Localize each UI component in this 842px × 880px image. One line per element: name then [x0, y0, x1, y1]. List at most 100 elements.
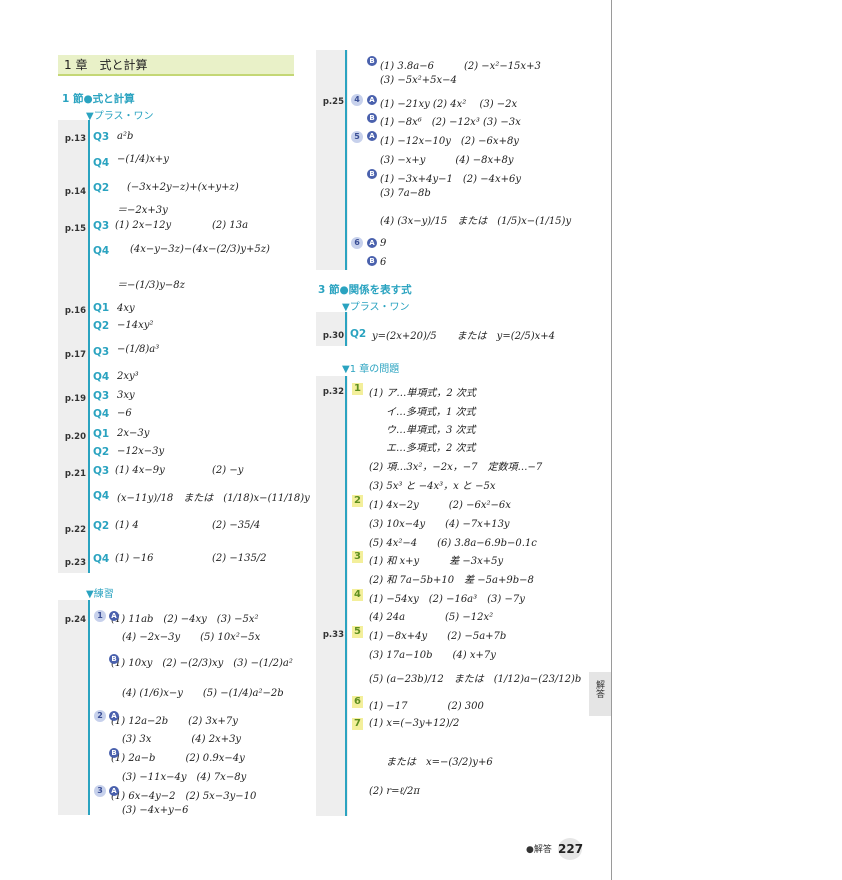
question-label: Q2 [93, 320, 110, 332]
answer-line: −12x−3y [117, 446, 165, 457]
answer-line: 9 [380, 238, 387, 249]
subproblem-badge: B [367, 113, 377, 123]
problem-number-badge: 3 [94, 785, 106, 797]
chapter-title: 1 章 式と計算 [58, 55, 294, 76]
left-divider-lower [88, 600, 90, 815]
chapter-problem-number: 3 [352, 551, 363, 563]
page-ref: p.21 [64, 469, 86, 479]
answer-line: (1) −12x−10y (2) −6x+8y [380, 136, 519, 147]
page-ref: p.15 [64, 224, 86, 234]
answer-line: (1) 6x−4y−2 (2) 5x−3y−10 [111, 791, 257, 802]
answer-line: (3) −5x²+5x−4 [380, 75, 457, 86]
problem-number-badge: 6 [351, 237, 363, 249]
problem-number-badge: 4 [351, 94, 363, 106]
answer-line: (3) 10x−4y (4) −7x+13y [369, 519, 510, 530]
answer-line: 2x−3y [117, 428, 150, 439]
right-divider-bottom [345, 376, 347, 816]
answer-line: (1) 10xy (2) −(2/3)xy (3) −(1/2)a² [111, 658, 293, 669]
answer-line: (2) −135/2 [212, 553, 267, 564]
page-ref: p.14 [64, 187, 86, 197]
page-ref: p.19 [64, 394, 86, 404]
question-label: Q4 [93, 371, 110, 383]
question-label: Q2 [93, 182, 110, 194]
subproblem-badge: A [367, 238, 377, 248]
problem-number-badge: 1 [94, 610, 106, 622]
answer-line: (x−11y)/18 または (1/18)x−(11/18)y [117, 493, 310, 504]
page-ref: p.17 [64, 350, 86, 360]
answer-line: (2) r=ℓ/2π [369, 786, 420, 797]
answer-line: エ…多項式，2 次式 [386, 443, 476, 454]
right-divider-top [345, 50, 347, 270]
question-label: Q2 [350, 328, 367, 340]
answer-line: (1) 4 [115, 520, 139, 531]
answer-line: (1) −21xy (2) 4x² (3) −2x [380, 99, 518, 110]
page-ref: p.16 [64, 306, 86, 316]
question-label: Q3 [93, 220, 110, 232]
answer-line: 2xy³ [117, 371, 139, 382]
answer-line: (−3x+2y−z)+(x+y+z) [127, 182, 239, 193]
answer-line: ＝−(1/3)y−8z [117, 280, 185, 291]
question-label: Q4 [93, 408, 110, 420]
page-ref: p.22 [64, 525, 86, 535]
section-3-title: 3 節●関係を表す式 [318, 284, 412, 296]
subproblem-badge: B [367, 169, 377, 179]
right-page-column-top [316, 50, 348, 270]
chapter-problem-number: 6 [352, 696, 363, 708]
chapter-problem-number: 5 [352, 626, 363, 638]
answer-line: (2) 項…3x²，−2x，−7 定数項…−7 [369, 462, 543, 473]
answers-side-tab: 解答 [589, 672, 611, 716]
answer-line: (2) 和 7a−5b+10 差 −5a+9b−8 [369, 575, 534, 586]
chapter-problem-number: 1 [352, 383, 363, 395]
section-1-practice: ▼練習 [86, 589, 114, 600]
answer-line: (1) 2a−b (2) 0.9x−4y [111, 753, 245, 764]
textbook-page: 1 章 式と計算 1 節●式と計算 ▼プラス・ワン ▼練習 3 節●関係を表す式… [0, 0, 612, 880]
right-page-column-bottom [316, 376, 348, 816]
question-label: Q3 [93, 465, 110, 477]
answer-line: ＝−2x+3y [117, 205, 168, 216]
answer-line: (1) −16 [115, 553, 154, 564]
question-label: Q4 [93, 490, 110, 502]
answer-line: −6 [117, 408, 132, 419]
footer-label: ●解答 [526, 845, 552, 855]
page-ref: p.32 [322, 387, 344, 397]
answer-line: (1) 12a−2b (2) 3x+7y [111, 716, 238, 727]
question-label: Q3 [93, 390, 110, 402]
answer-line: (2) −35/4 [212, 520, 261, 531]
subproblem-badge: A [109, 786, 119, 796]
section-1-title: 1 節●式と計算 [62, 93, 135, 105]
answer-line: (1) −17 (2) 300 [369, 701, 484, 712]
question-label: Q1 [93, 428, 110, 440]
answer-line: −(1/8)a³ [117, 344, 160, 355]
answer-line: (3) −4x+y−6 [122, 805, 189, 816]
page-ref: p.24 [64, 615, 86, 625]
subproblem-badge: B [109, 748, 119, 758]
chapter-problems-title: ▼1 章の問題 [342, 364, 400, 375]
chapter-problem-number: 4 [352, 589, 363, 601]
answer-line: (5) (a−23b)/12 または (1/12)a−(23/12)b [369, 674, 582, 685]
question-label: Q4 [93, 245, 110, 257]
page-ref: p.13 [64, 134, 86, 144]
answer-line: (1) 和 x+y 差 −3x+5y [369, 556, 504, 567]
answer-line: (1) 3.8a−6 (2) −x²−15x+3 [380, 61, 541, 72]
answer-line: (3) −x+y (4) −8x+8y [380, 155, 514, 166]
subproblem-badge: A [109, 711, 119, 721]
answer-line: (4) −2x−3y (5) 10x²−5x [122, 632, 261, 643]
answer-line: (2) 13a [212, 220, 249, 231]
question-label: Q3 [93, 346, 110, 358]
page-ref: p.33 [322, 630, 344, 640]
answer-line: (1) −54xy (2) −16a³ (3) −7y [369, 594, 525, 605]
answer-line: (4) (1/6)x−y (5) −(1/4)a²−2b [122, 688, 284, 699]
answer-line: (4x−y−3z)−(4x−(2/3)y+5z) [130, 244, 270, 255]
answer-line: (2) −y [212, 465, 244, 476]
left-divider-upper [88, 120, 90, 573]
right-divider-mid [345, 312, 347, 346]
page-ref: p.23 [64, 558, 86, 568]
answer-line: −(1/4)x+y [117, 154, 169, 165]
answer-line: (5) 4x²−4 (6) 3.8a−6.9b−0.1c [369, 538, 537, 549]
answer-line: (1) −3x+4y−1 (2) −4x+6y [380, 174, 521, 185]
answer-line: または x=−(3/2)y+6 [386, 757, 493, 768]
answer-line: a²b [117, 131, 134, 142]
answer-line: (1) x=(−3y+12)/2 [369, 718, 460, 729]
left-page-column-lower [58, 600, 90, 815]
answer-line: 4xy [117, 303, 135, 314]
